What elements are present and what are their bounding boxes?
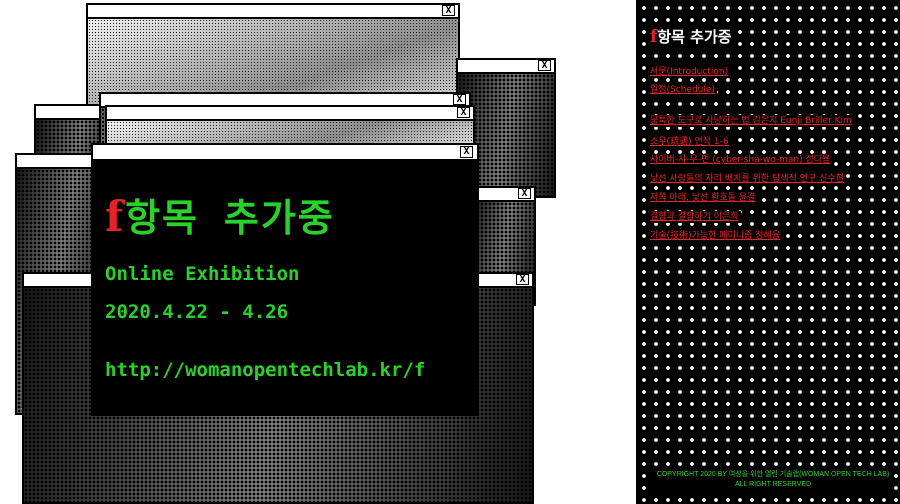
close-icon[interactable]: X	[518, 188, 531, 199]
panel-title[interactable]: f항목 추가중	[648, 28, 734, 46]
menu-item-artwork[interactable]: 기술(技術)가능한 페미니즘 정혜윰	[648, 230, 783, 242]
close-icon[interactable]: X	[516, 274, 529, 285]
close-icon[interactable]: X	[453, 94, 466, 105]
window-titlebar	[17, 155, 93, 169]
menu-item-artwork[interactable]: 뭉툭한 도구로 사냥하는 법 김은지 Eunji Briller Kim	[648, 115, 854, 127]
title-text: 항목 추가중	[125, 196, 335, 240]
window-titlebar: X	[458, 60, 554, 74]
window-titlebar	[36, 106, 102, 120]
exhibition-window: X f항목 추가중 Online Exhibition 2020.4.22 - …	[91, 143, 479, 416]
copyright-notice: COPYRIGHT 2020 BY 여성을 위한 열린 기술랩(WOMAN OP…	[654, 470, 892, 490]
menu-item-artwork[interactable]: 사이버-샤-우-먼 (cyber-sha-wo-man) 성다용	[648, 154, 833, 166]
exhibition-title: f항목 추가중	[105, 192, 335, 241]
window-titlebar: X	[472, 188, 534, 202]
menu-item-schedule[interactable]: 일정(Schedule)	[648, 84, 717, 96]
exhibition-subtitle: Online Exhibition	[105, 263, 300, 285]
exhibition-dates: 2020.4.22 - 4.26	[105, 301, 289, 323]
exhibition-url[interactable]: http://womanopentechlab.kr/f	[105, 359, 425, 381]
title-f-letter: f	[105, 192, 126, 241]
menu-item-artwork[interactable]: 낯선 사람들의 자리 배치를 위한 탐색적 연구 신수현	[648, 173, 846, 185]
close-icon[interactable]: X	[442, 5, 455, 16]
close-icon[interactable]: X	[460, 146, 473, 158]
side-panel: f항목 추가중 서문(Introduction) 일정(Schedule) 뭉툭…	[636, 0, 900, 504]
menu-item-introduction[interactable]: 서문(Introduction)	[648, 66, 731, 78]
window-titlebar: X	[93, 145, 477, 161]
panel-title-text: 항목 추가중	[657, 28, 732, 46]
menu-item-artwork[interactable]: 결함과 결합하기 이은희	[648, 211, 741, 223]
window-titlebar: X	[88, 5, 458, 19]
window-titlebar: X	[107, 107, 473, 121]
close-icon[interactable]: X	[538, 60, 551, 71]
menu-item-artwork[interactable]: 저쪽 아래, 낯선 환호들 윤결	[648, 192, 758, 204]
close-icon[interactable]: X	[457, 107, 470, 118]
menu-item-artwork[interactable]: 소우(疏遇) 연작 1-6	[648, 136, 731, 148]
